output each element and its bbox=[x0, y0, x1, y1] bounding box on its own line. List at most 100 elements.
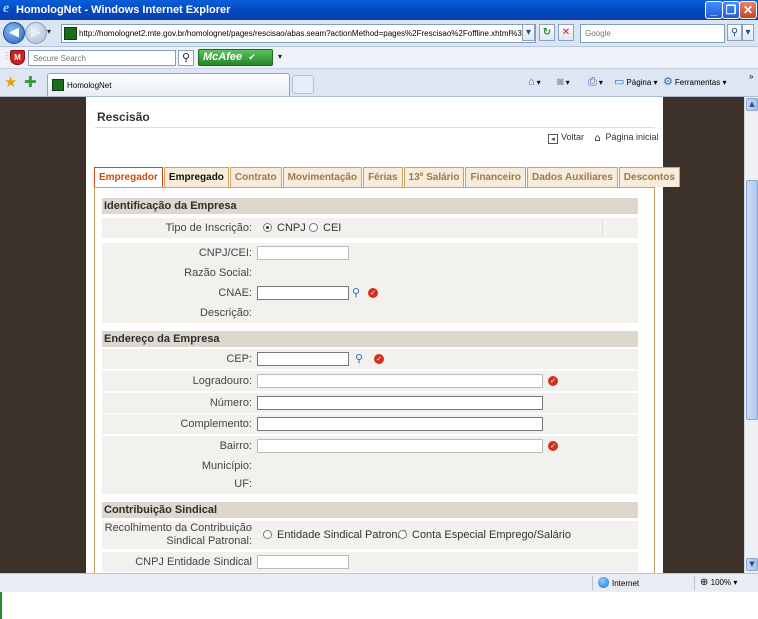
mcafee-dropdown-icon[interactable]: ▾ bbox=[278, 52, 282, 61]
browser-tab-label: HomologNet bbox=[67, 81, 112, 90]
refresh-icon[interactable]: ↻ bbox=[539, 24, 555, 41]
tab-contrato[interactable]: Contrato bbox=[229, 167, 282, 187]
tab-empregado[interactable]: Empregado bbox=[163, 167, 229, 187]
vertical-scrollbar[interactable]: ▲ ▼ bbox=[744, 97, 758, 573]
radio-cei[interactable] bbox=[309, 223, 318, 232]
cnpj-cei-field[interactable] bbox=[257, 246, 349, 260]
address-dropdown-icon[interactable]: ▾ bbox=[522, 24, 535, 41]
search-icon[interactable]: ⚲ bbox=[727, 24, 742, 41]
row-cep: CEP: ⚲ ✓ bbox=[102, 349, 638, 369]
secure-search-input[interactable] bbox=[28, 50, 176, 66]
row-complemento: Complemento: bbox=[102, 414, 638, 434]
scroll-down-icon[interactable]: ▼ bbox=[746, 558, 758, 571]
address-url[interactable]: http://homolognet2.mte.gov.br/homolognet… bbox=[79, 28, 535, 40]
back-button[interactable]: ◀ bbox=[3, 22, 25, 44]
tab-financeiro[interactable]: Financeiro bbox=[465, 167, 527, 187]
row-cnpj-entidade: CNPJ Entidade Sindical Patronal: bbox=[102, 552, 638, 572]
maximize-button[interactable]: ❐ bbox=[722, 1, 740, 19]
add-favorites-icon[interactable]: ✚ bbox=[24, 74, 37, 90]
back-link-label: Voltar bbox=[561, 132, 585, 142]
cnae-search-icon[interactable]: ⚲ bbox=[352, 287, 364, 299]
security-zone-label: Internet bbox=[612, 579, 640, 588]
toolbar-overflow-icon[interactable]: » bbox=[749, 71, 753, 83]
page-links: ◂ Voltar ⌂ Página inicial bbox=[548, 131, 665, 145]
browser-tab-bar: ★ ✚ HomologNet ⌂ ▾ ◙ ▾ ⎙ ▾ ▭ Página ▾ ⚙ Ferra… bbox=[0, 69, 758, 97]
page-title: Rescisão bbox=[97, 110, 150, 124]
search-options-dropdown-icon[interactable]: ▾ bbox=[742, 24, 754, 41]
row-descricao: Descrição: bbox=[102, 303, 638, 323]
logradouro-required-icon: ✓ bbox=[548, 376, 558, 386]
print-icon[interactable]: ⎙ ▾ bbox=[588, 76, 603, 89]
feeds-icon[interactable]: ◙ ▾ bbox=[557, 76, 570, 89]
page-viewport: Rescisão ◂ Voltar ⌂ Página inicial Emprega… bbox=[0, 97, 744, 573]
radio-conta-especial[interactable] bbox=[398, 530, 407, 539]
cnpj-entidade-input[interactable] bbox=[258, 556, 348, 569]
bairro-label: Bairro: bbox=[219, 440, 252, 452]
google-search-field[interactable] bbox=[581, 25, 724, 42]
mcafee-label: McAfee bbox=[203, 51, 243, 63]
minimize-button[interactable]: _ bbox=[705, 1, 723, 19]
cep-label: CEP: bbox=[226, 353, 252, 365]
close-button[interactable]: ✕ bbox=[739, 1, 757, 19]
tab-ferias[interactable]: Férias bbox=[363, 167, 403, 187]
site-favicon-icon bbox=[64, 27, 77, 40]
radio-cei-label[interactable]: CEI bbox=[323, 218, 341, 238]
cep-input[interactable] bbox=[258, 353, 348, 366]
logradouro-input[interactable] bbox=[258, 375, 542, 388]
tools-menu[interactable]: ⚙ Ferramentas ▾ bbox=[663, 76, 726, 89]
mcafee-shield-icon[interactable]: M bbox=[10, 50, 25, 65]
cep-search-icon[interactable]: ⚲ bbox=[355, 353, 367, 365]
new-tab-button[interactable] bbox=[292, 75, 314, 94]
favorites-star-icon[interactable]: ★ bbox=[4, 74, 17, 90]
complemento-input[interactable] bbox=[258, 418, 542, 431]
mcafee-toolbar: ⋮ M ⚲ McAfee ✔ ▾ bbox=[0, 47, 758, 69]
forward-button[interactable]: ▶ bbox=[25, 22, 47, 44]
scroll-up-icon[interactable]: ▲ bbox=[746, 98, 758, 111]
cnae-input[interactable] bbox=[258, 287, 348, 300]
form-tabs: Empregador Empregado Contrato Movimentação F… bbox=[94, 167, 681, 188]
home-icon: ⌂ bbox=[594, 133, 601, 144]
google-search-input[interactable] bbox=[580, 24, 725, 43]
address-bar[interactable]: http://homolognet2.mte.gov.br/homolognet… bbox=[61, 24, 536, 43]
numero-field[interactable] bbox=[257, 396, 543, 410]
cnpj-cei-input[interactable] bbox=[258, 247, 348, 260]
cnpj-entidade-field[interactable] bbox=[257, 555, 349, 569]
bairro-required-icon: ✓ bbox=[548, 441, 558, 451]
cep-field[interactable] bbox=[257, 352, 349, 366]
tab-empregador[interactable]: Empregador bbox=[94, 167, 163, 188]
tab-descontos[interactable]: Descontos bbox=[618, 167, 680, 187]
ie-logo-icon: e bbox=[3, 1, 10, 16]
tab-movimentacao[interactable]: Movimentação bbox=[282, 167, 363, 187]
complemento-field[interactable] bbox=[257, 417, 543, 431]
radio-conta-especial-label[interactable]: Conta Especial Emprego/Salário bbox=[412, 525, 571, 545]
page-menu[interactable]: ▭ Página ▾ bbox=[614, 76, 658, 89]
section-endereco-heading: Endereço da Empresa bbox=[102, 331, 638, 347]
bairro-input[interactable] bbox=[258, 440, 542, 453]
radio-entidade-sindical[interactable] bbox=[263, 530, 272, 539]
desktop-area bbox=[0, 592, 758, 619]
bairro-field[interactable] bbox=[257, 439, 543, 453]
browser-tab-homolognet[interactable]: HomologNet bbox=[47, 73, 290, 96]
page-icon: ▭ bbox=[614, 76, 625, 88]
history-dropdown-icon[interactable]: ▾ bbox=[47, 27, 51, 36]
home-icon[interactable]: ⌂ ▾ bbox=[528, 76, 541, 89]
numero-input[interactable] bbox=[258, 397, 542, 410]
tab-13-salario[interactable]: 13º Salário bbox=[403, 167, 465, 187]
radio-cnpj[interactable] bbox=[263, 223, 272, 232]
cnae-field[interactable] bbox=[257, 286, 349, 300]
zoom-control[interactable]: ⊕ 100% ▾ bbox=[700, 577, 737, 589]
row-cnpj-cei: CNPJ/CEI: bbox=[102, 243, 638, 263]
secure-search-button[interactable]: ⚲ bbox=[178, 50, 194, 66]
mcafee-button[interactable]: McAfee ✔ bbox=[198, 49, 273, 66]
tab-favicon-icon bbox=[52, 79, 64, 91]
radio-cnpj-label[interactable]: CNPJ bbox=[277, 218, 306, 238]
secure-search-field[interactable] bbox=[29, 51, 175, 65]
home-link[interactable]: ⌂ Página inicial bbox=[593, 132, 658, 144]
radio-entidade-sindical-label[interactable]: Entidade Sindical Patronal bbox=[277, 525, 406, 545]
recolhimento-label: Recolhimento da Contribuição Sindical Pat… bbox=[102, 522, 252, 548]
back-link[interactable]: ◂ Voltar bbox=[548, 132, 585, 144]
logradouro-field[interactable] bbox=[257, 374, 543, 388]
tab-dados-auxiliares[interactable]: Dados Auxiliares bbox=[527, 167, 618, 187]
scroll-thumb[interactable] bbox=[746, 180, 758, 420]
stop-icon[interactable]: ✕ bbox=[558, 24, 574, 41]
